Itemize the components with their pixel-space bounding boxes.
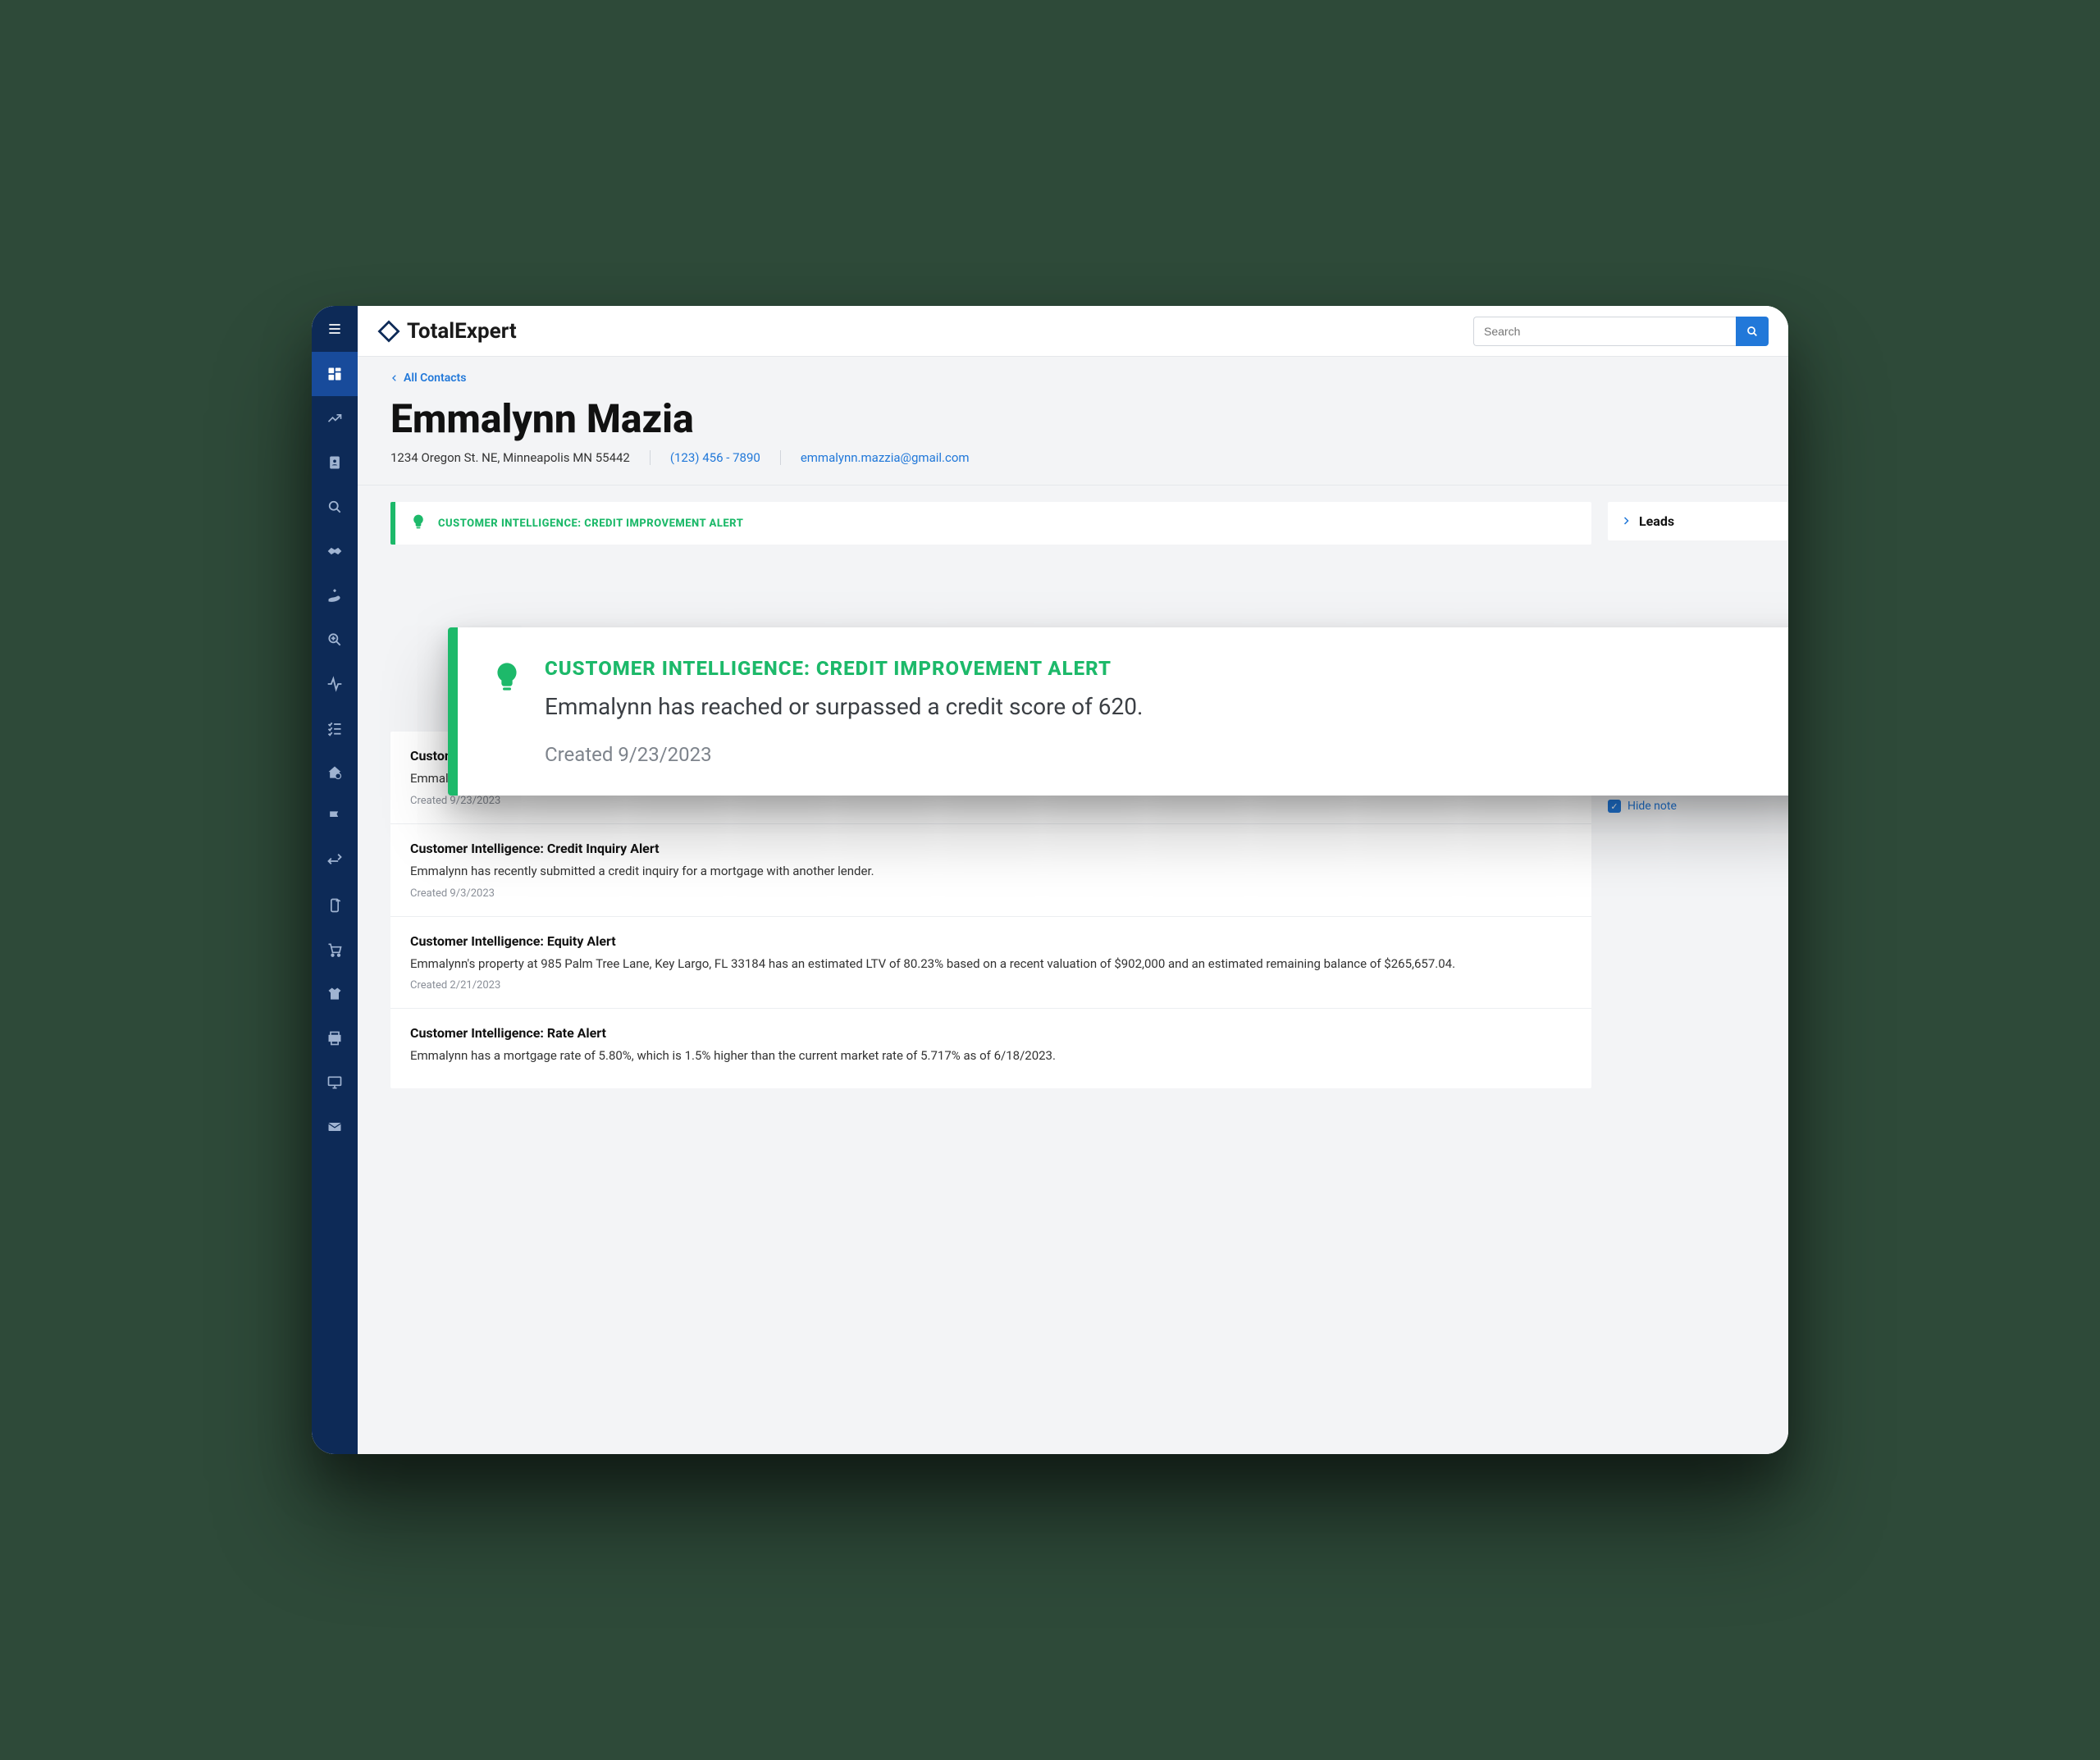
sidebar-item-flags[interactable] bbox=[312, 795, 358, 839]
hand-money-icon bbox=[326, 587, 343, 604]
sidebar-item-analytics[interactable] bbox=[312, 396, 358, 440]
sidebar-item-activity[interactable] bbox=[312, 662, 358, 706]
handshake-icon bbox=[326, 543, 343, 559]
content: All Contacts Emmalynn Mazia 1234 Oregon … bbox=[358, 357, 1788, 1454]
mail-icon bbox=[326, 1119, 343, 1135]
feed-item-title: Customer Intelligence: Credit Inquiry Al… bbox=[410, 841, 1572, 856]
feed-item-date: Created 9/3/2023 bbox=[410, 887, 1572, 900]
logo-mark-icon bbox=[377, 320, 400, 343]
monitor-icon bbox=[326, 1074, 343, 1091]
hide-note-toggle[interactable]: ✓ Hide note bbox=[1608, 800, 1788, 813]
device-icon bbox=[326, 897, 343, 914]
chart-icon bbox=[326, 410, 343, 426]
feed-item[interactable]: Customer Intelligence: Credit Inquiry Al… bbox=[390, 824, 1591, 917]
sidebar-item-transfer[interactable] bbox=[312, 839, 358, 883]
sidebar-item-contacts[interactable] bbox=[312, 440, 358, 485]
topbar: TotalExpert bbox=[358, 306, 1788, 357]
sidebar-item-payments[interactable] bbox=[312, 573, 358, 618]
search-input[interactable] bbox=[1473, 317, 1736, 346]
app-shell: TotalExpert All Contacts Emmal bbox=[312, 306, 1788, 1454]
home-user-icon bbox=[326, 764, 343, 781]
sidebar-item-insights[interactable] bbox=[312, 618, 358, 662]
sidebar-item-display[interactable] bbox=[312, 1060, 358, 1105]
feed-item[interactable]: Customer Intelligence: Equity Alert Emma… bbox=[390, 917, 1591, 1010]
checklist-icon bbox=[326, 720, 343, 736]
lightbulb-icon bbox=[410, 513, 427, 533]
feed-item-date: Created 2/21/2023 bbox=[410, 979, 1572, 992]
zoom-alert-body: Emmalynn has reached or surpassed a cred… bbox=[545, 693, 1143, 720]
main-area: TotalExpert All Contacts Emmal bbox=[358, 306, 1788, 1454]
feed-item-body: Emmalynn's property at 985 Palm Tree Lan… bbox=[410, 955, 1572, 973]
brand-name: TotalExpert bbox=[407, 319, 517, 344]
feed-item[interactable]: Customer Intelligence: Rate Alert Emmaly… bbox=[390, 1009, 1591, 1088]
sidebar-item-tasks[interactable] bbox=[312, 706, 358, 750]
checkbox-checked-icon: ✓ bbox=[1608, 800, 1621, 813]
cart-icon bbox=[326, 942, 343, 958]
sidebar-item-print[interactable] bbox=[312, 1016, 358, 1060]
activity-icon bbox=[326, 676, 343, 692]
page-title: Emmalynn Mazia bbox=[358, 385, 1788, 450]
hamburger-button[interactable] bbox=[312, 306, 358, 352]
feed-item-title: Customer Intelligence: Equity Alert bbox=[410, 933, 1572, 949]
leads-label: Leads bbox=[1639, 513, 1674, 529]
meta-divider bbox=[780, 450, 781, 465]
device-frame: TotalExpert All Contacts Emmal bbox=[312, 306, 1788, 1454]
zoom-alert-card: CUSTOMER INTELLIGENCE: CREDIT IMPROVEMEN… bbox=[448, 627, 1788, 796]
person-phone-link[interactable]: (123) 456 - 7890 bbox=[670, 450, 760, 465]
person-meta: 1234 Oregon St. NE, Minneapolis MN 55442… bbox=[358, 450, 1788, 485]
sidebar-item-merch[interactable] bbox=[312, 972, 358, 1016]
chevron-right-icon bbox=[1621, 513, 1631, 529]
leads-panel-toggle[interactable]: Leads bbox=[1608, 502, 1788, 540]
zoom-alert-title: CUSTOMER INTELLIGENCE: CREDIT IMPROVEMEN… bbox=[545, 657, 1143, 680]
sidebar-item-property[interactable] bbox=[312, 750, 358, 795]
alert-banner[interactable]: CUSTOMER INTELLIGENCE: CREDIT IMPROVEMEN… bbox=[390, 502, 1591, 545]
breadcrumb: All Contacts bbox=[358, 357, 1788, 385]
alert-banner-title: CUSTOMER INTELLIGENCE: CREDIT IMPROVEMEN… bbox=[438, 518, 743, 530]
contacts-icon bbox=[326, 454, 343, 471]
breadcrumb-label: All Contacts bbox=[404, 372, 466, 385]
sidebar-item-search[interactable] bbox=[312, 485, 358, 529]
feed-item-title: Customer Intelligence: Rate Alert bbox=[410, 1025, 1572, 1041]
search-icon bbox=[1746, 325, 1759, 338]
zoom-search-icon bbox=[326, 632, 343, 648]
sidebar-item-dashboard[interactable] bbox=[312, 352, 358, 396]
search-icon bbox=[326, 499, 343, 515]
print-icon bbox=[326, 1030, 343, 1046]
sidebar-item-mobile[interactable] bbox=[312, 883, 358, 928]
zoom-alert-created: Created 9/23/2023 bbox=[545, 743, 1143, 766]
hide-note-label: Hide note bbox=[1628, 800, 1677, 813]
feed-item-date: Created 9/23/2023 bbox=[410, 795, 1572, 807]
global-search bbox=[1473, 317, 1769, 346]
lightbulb-icon bbox=[491, 660, 523, 766]
exchange-icon bbox=[326, 853, 343, 869]
feed-item-body: Emmalynn has a mortgage rate of 5.80%, w… bbox=[410, 1047, 1572, 1065]
divider bbox=[358, 485, 1788, 486]
sidebar bbox=[312, 306, 358, 1454]
search-button[interactable] bbox=[1736, 317, 1769, 346]
feed-item-body: Emmalynn has recently submitted a credit… bbox=[410, 863, 1572, 881]
person-address: 1234 Oregon St. NE, Minneapolis MN 55442 bbox=[390, 450, 630, 465]
dashboard-icon bbox=[326, 366, 343, 382]
person-email-link[interactable]: emmalynn.mazzia@gmail.com bbox=[801, 450, 970, 465]
chevron-left-icon bbox=[390, 374, 399, 382]
shirt-icon bbox=[326, 986, 343, 1002]
sidebar-item-cart[interactable] bbox=[312, 928, 358, 972]
meta-divider bbox=[650, 450, 651, 465]
flag-icon bbox=[326, 809, 343, 825]
brand-logo[interactable]: TotalExpert bbox=[377, 319, 517, 344]
sidebar-item-deals[interactable] bbox=[312, 529, 358, 573]
breadcrumb-back-link[interactable]: All Contacts bbox=[390, 372, 466, 385]
sidebar-item-mail[interactable] bbox=[312, 1105, 358, 1149]
